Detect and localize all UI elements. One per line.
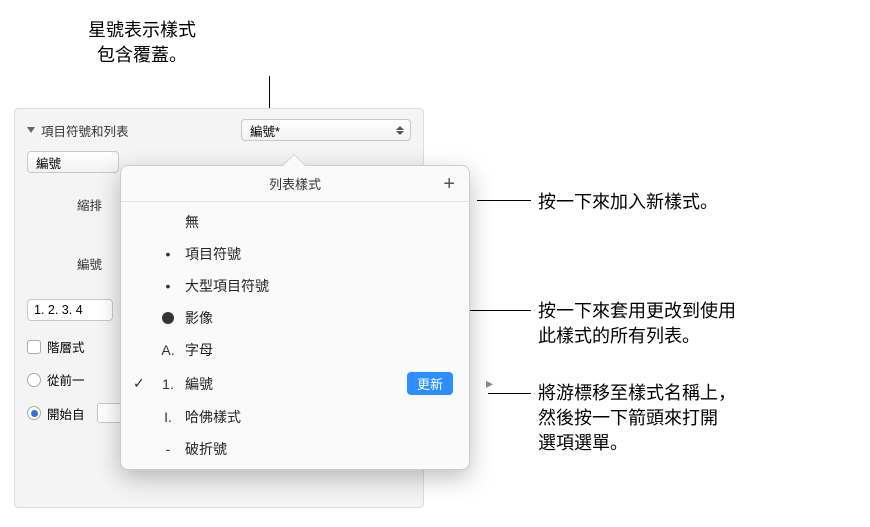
list-style-popover: 列表樣式 + 無 • 項目符號 • 大型項目符號 影像 A. 字母 ✓ 1. 編… (120, 165, 470, 470)
start-from-label: 開始自 (47, 404, 85, 423)
disclosure-triangle-icon (27, 127, 35, 133)
section-title: 項目符號和列表 (41, 121, 129, 140)
list-item[interactable]: 影像 (121, 302, 469, 334)
popover-title: 列表樣式 (121, 174, 469, 193)
list-style-select-value: 編號* (250, 121, 280, 140)
callout-arrow: 將游標移至樣式名稱上， 然後按一下箭頭來打開 選項選單。 (538, 381, 736, 457)
callout-add: 按一下來加入新樣式。 (538, 190, 718, 215)
update-style-button[interactable]: 更新 (407, 372, 453, 395)
add-style-button[interactable]: + (443, 174, 455, 194)
bullet-icon: I. (157, 409, 179, 425)
list-item-label: 字母 (185, 340, 213, 360)
bullet-icon: A. (157, 342, 179, 358)
popover-header: 列表樣式 + (121, 166, 469, 202)
checkbox-icon (27, 340, 41, 354)
hierarchical-label: 階層式 (47, 337, 85, 356)
list-item[interactable]: I. 哈佛樣式 (121, 401, 469, 433)
checkmark-icon: ✓ (133, 375, 145, 392)
callout-line (477, 200, 531, 201)
continue-label: 從前一 (47, 370, 85, 389)
radio-icon (27, 406, 41, 420)
callout-asterisk: 星號表示樣式 包含覆蓋。 (88, 18, 196, 68)
list-item[interactable]: 無 (121, 206, 469, 238)
list-item-label: 哈佛樣式 (185, 407, 241, 427)
bullet-type-value: 編號 (36, 153, 61, 172)
bullet-icon: • (157, 278, 179, 294)
list-item-label: 影像 (185, 308, 213, 328)
list-item[interactable]: A. 字母 (121, 334, 469, 366)
list-style-select[interactable]: 編號* (241, 119, 411, 141)
number-style-select[interactable]: 1. 2. 3. 4 (27, 299, 113, 321)
image-bullet-icon (162, 312, 174, 324)
bullet-icon: • (157, 246, 179, 262)
list-item-label: 編號 (185, 374, 213, 394)
chevron-right-icon[interactable]: ▸ (486, 375, 493, 392)
list-item-label: 項目符號 (185, 244, 241, 264)
number-style-value: 1. 2. 3. 4 (34, 303, 83, 317)
list-item-selected[interactable]: ✓ 1. 編號 更新 ▸ (121, 366, 469, 401)
callout-line (488, 393, 531, 394)
callout-update: 按一下來套用更改到使用 此樣式的所有列表。 (538, 299, 736, 349)
list-item[interactable]: - 破折號 (121, 433, 469, 465)
list-item[interactable]: • 大型項目符號 (121, 270, 469, 302)
popover-list: 無 • 項目符號 • 大型項目符號 影像 A. 字母 ✓ 1. 編號 更新 ▸ … (121, 202, 469, 469)
radio-icon (27, 373, 41, 387)
bullet-icon: - (157, 441, 179, 457)
list-item[interactable]: • 項目符號 (121, 238, 469, 270)
bullet-icon: 1. (157, 376, 179, 392)
chevron-updown-icon (396, 126, 404, 135)
section-header[interactable]: 項目符號和列表 編號* (27, 119, 411, 141)
list-item-label: 無 (185, 212, 199, 232)
list-item-label: 大型項目符號 (185, 276, 269, 296)
list-item-label: 破折號 (185, 439, 227, 459)
bullet-type-select[interactable]: 編號 (27, 151, 119, 173)
